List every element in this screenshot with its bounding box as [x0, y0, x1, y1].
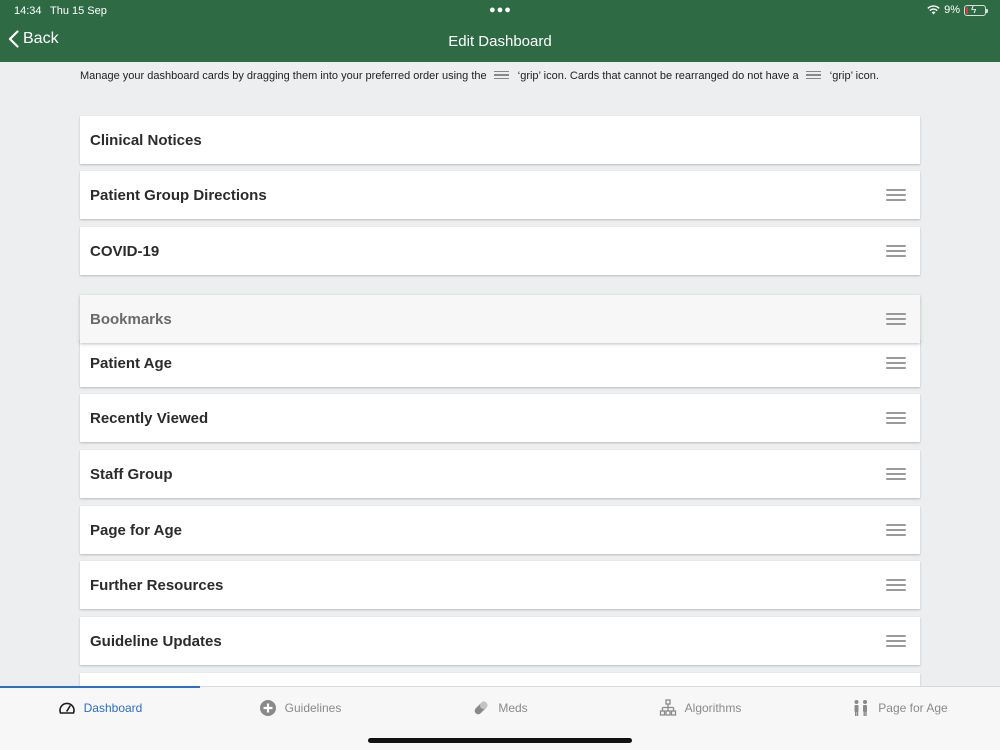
tab-label: Guidelines: [284, 701, 342, 715]
plus-circle-icon: [259, 700, 276, 716]
grip-icon: [805, 70, 821, 80]
instructions-text: Manage your dashboard cards by dragging …: [80, 70, 920, 83]
home-indicator[interactable]: [368, 738, 632, 743]
status-date: Thu 15 Sep: [50, 5, 107, 17]
tab-page-for-age[interactable]: Page for Age: [800, 687, 1000, 750]
status-indicators: 9% ϟ: [927, 4, 988, 16]
grip-icon[interactable]: [886, 635, 906, 647]
card-recently-viewed[interactable]: Recently Viewed: [80, 394, 920, 442]
instructions-part1: Manage your dashboard cards by dragging …: [80, 70, 487, 82]
card-patient-age[interactable]: Patient Age: [80, 339, 920, 387]
card-label: Page for Age: [90, 521, 182, 539]
grip-icon[interactable]: [886, 245, 906, 257]
card-further-resources[interactable]: Further Resources: [80, 561, 920, 609]
card-label: Clinical Notices: [90, 131, 202, 149]
card-clinical-notices[interactable]: Clinical Notices: [80, 116, 920, 164]
grip-icon: [493, 70, 509, 80]
speedometer-icon: [58, 702, 75, 714]
card-label: COVID-19: [90, 242, 160, 260]
card-page-for-age[interactable]: Page for Age: [80, 506, 920, 554]
card-label: Guideline Updates: [90, 632, 222, 650]
card-guideline-updates[interactable]: Guideline Updates: [80, 617, 920, 665]
instructions-part3: ‘grip’: [829, 70, 853, 82]
card-label: Further Resources: [90, 576, 224, 594]
tab-dashboard[interactable]: Dashboard: [0, 686, 200, 750]
card-covid-19[interactable]: COVID-19: [80, 227, 920, 275]
status-time: 14:34: [14, 5, 42, 17]
battery-percent: 9%: [944, 4, 960, 16]
tab-label: Algorithms: [684, 701, 742, 715]
card-label: Staff Group: [90, 465, 173, 483]
instructions-part2: ‘grip’ icon. Cards that cannot be rearra…: [517, 70, 799, 82]
card-label: Bookmarks: [90, 310, 172, 328]
battery-icon: ϟ: [964, 4, 988, 16]
tab-label: Page for Age: [878, 701, 948, 715]
grip-icon[interactable]: [886, 189, 906, 201]
multitasking-dots-icon[interactable]: ●●●: [489, 4, 512, 16]
card-bookmarks-dragging[interactable]: Bookmarks: [80, 295, 920, 343]
card-label: Patient Group Directions: [90, 186, 267, 204]
grip-icon[interactable]: [886, 468, 906, 480]
grip-icon[interactable]: [886, 412, 906, 424]
people-icon: [854, 700, 868, 716]
grip-icon[interactable]: [886, 579, 906, 591]
page-title: Edit Dashboard: [448, 33, 552, 50]
header-bar: 14:34 Thu 15 Sep ●●● 9% ϟ Back Edit Dash…: [0, 0, 1000, 62]
grip-icon[interactable]: [886, 357, 906, 369]
card-label: Recently Viewed: [90, 409, 209, 427]
grip-icon[interactable]: [886, 524, 906, 536]
card-patient-group-directions[interactable]: Patient Group Directions: [80, 171, 920, 219]
card-label: Patient Age: [90, 354, 172, 372]
grip-icon[interactable]: [886, 313, 906, 325]
wifi-icon: [927, 5, 940, 15]
flowchart-icon: [659, 699, 676, 716]
instructions-part4: icon.: [855, 70, 879, 82]
card-staff-group[interactable]: Staff Group: [80, 450, 920, 498]
pill-icon: [474, 701, 488, 715]
tab-label: Dashboard: [83, 701, 143, 715]
